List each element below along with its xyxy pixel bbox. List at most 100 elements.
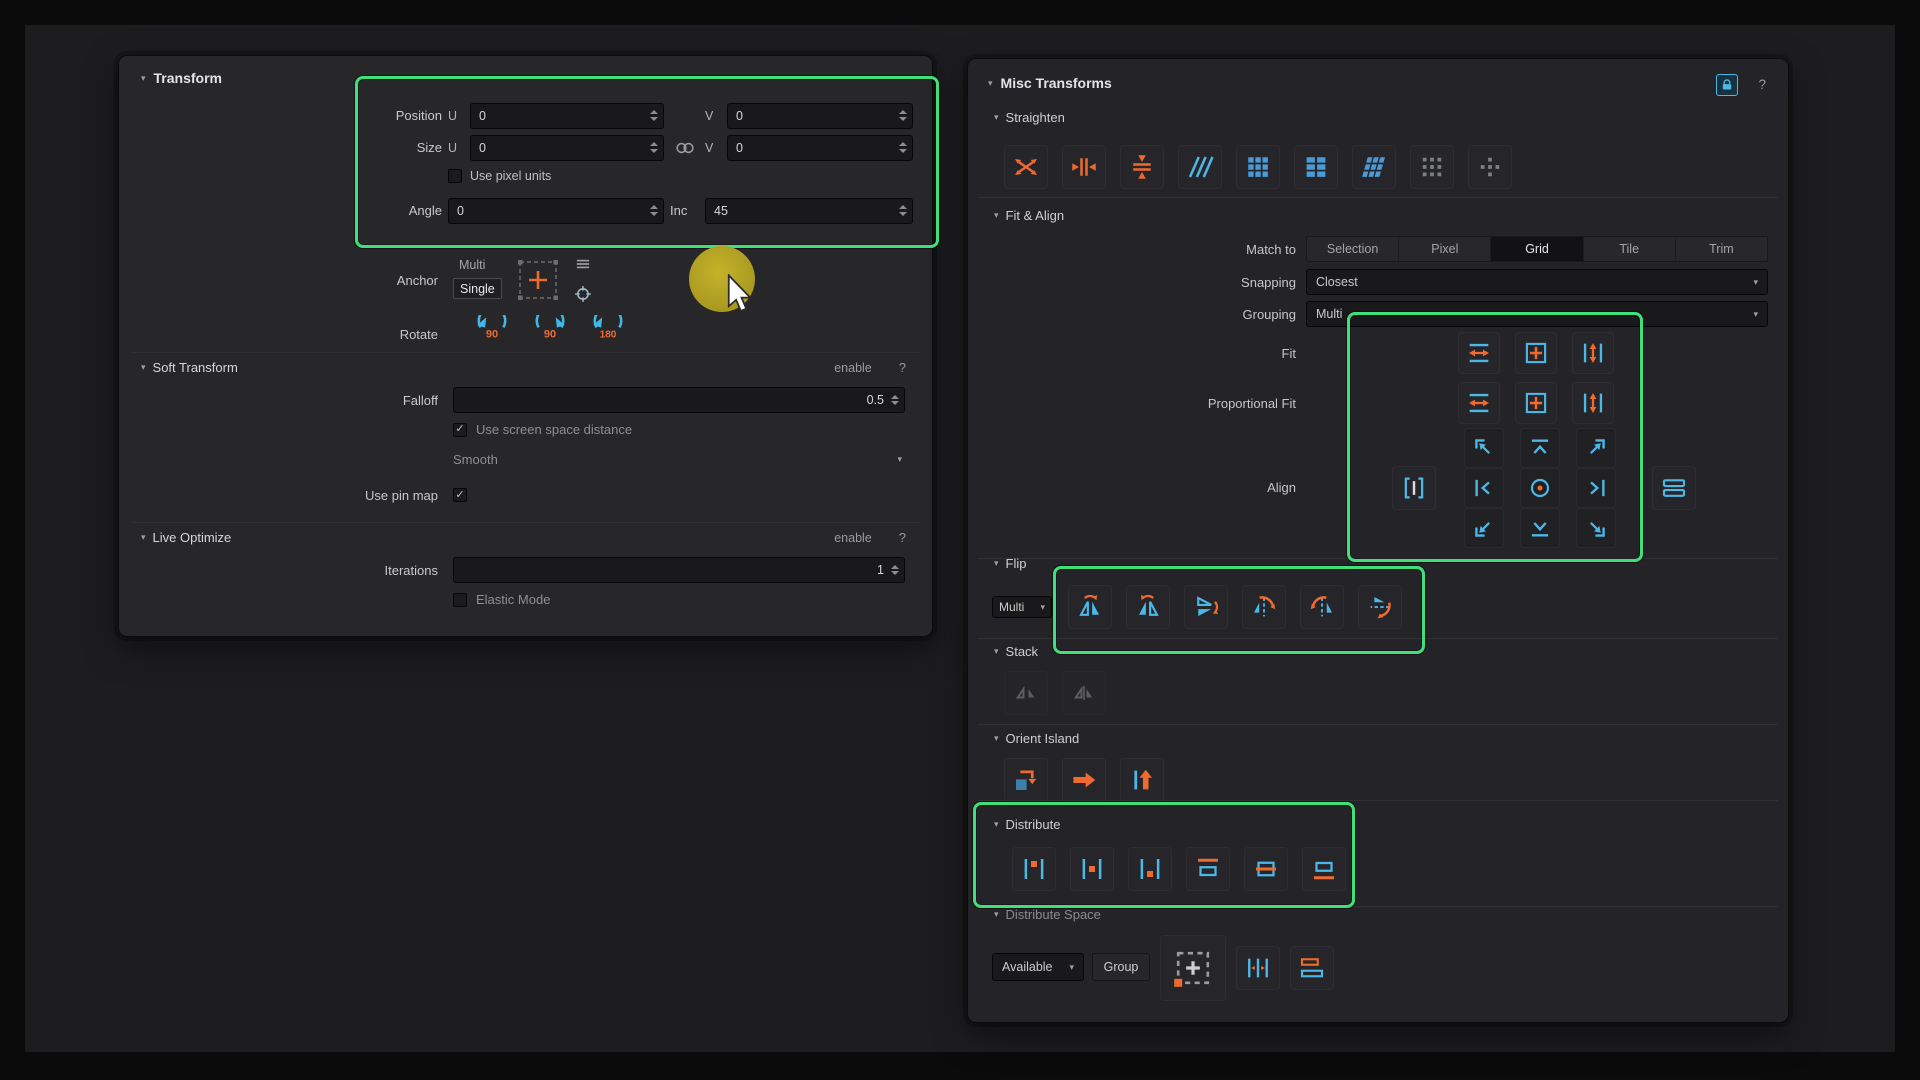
position-u-input[interactable]: 0 xyxy=(470,103,664,129)
fit-width-icon[interactable] xyxy=(1458,332,1500,374)
orient-island-section-header[interactable]: ▾ Orient Island xyxy=(994,731,1079,746)
distribute-h-left-icon[interactable] xyxy=(1012,847,1056,891)
soft-transform-header[interactable]: ▾ Soft Transform enable ? xyxy=(131,352,920,375)
unstack-icon[interactable] xyxy=(1062,671,1106,715)
rotate-180-button[interactable]: 180 xyxy=(589,315,627,353)
diagonal-lines-icon[interactable] xyxy=(1178,145,1222,189)
angle-input[interactable]: 0 xyxy=(448,198,664,224)
flip-u-icon[interactable] xyxy=(1068,585,1112,629)
available-dropdown[interactable]: Available ▾ xyxy=(992,953,1084,981)
straighten-h-icon[interactable] xyxy=(1062,145,1106,189)
group-button[interactable]: Group xyxy=(1092,953,1150,981)
align-corner-br-icon[interactable] xyxy=(1576,508,1616,548)
match-to-option-tile[interactable]: Tile xyxy=(1584,237,1676,261)
orient-edge-icon[interactable] xyxy=(1004,758,1048,802)
anchor-pivot-widget[interactable] xyxy=(510,252,566,308)
angle-inc-input[interactable]: 45 xyxy=(705,198,913,224)
align-bottom-icon[interactable] xyxy=(1520,508,1560,548)
use-pixel-units-checkbox[interactable] xyxy=(448,169,462,183)
spinner[interactable] xyxy=(890,565,900,576)
distribute-space-section-header[interactable]: ▾ Distribute Space xyxy=(994,907,1101,922)
match-to-option-grid[interactable]: Grid xyxy=(1491,237,1583,261)
dotted-grid-v-icon[interactable] xyxy=(1468,145,1512,189)
align-center-icon[interactable] xyxy=(1520,468,1560,508)
anchor-mode-single-button[interactable]: Single xyxy=(453,278,502,299)
live-optimize-header[interactable]: ▾ Live Optimize enable ? xyxy=(131,522,920,545)
match-to-option-selection[interactable]: Selection xyxy=(1307,237,1399,261)
straighten-section-header[interactable]: ▾ Straighten xyxy=(994,110,1065,125)
rotate-cw-90-button[interactable]: 90 xyxy=(531,315,569,353)
soft-transform-enable-toggle[interactable]: enable xyxy=(834,361,872,375)
orient-vertical-icon[interactable] xyxy=(1120,758,1164,802)
use-pin-map-checkbox[interactable]: ✓ xyxy=(453,488,467,502)
anchor-target-icon[interactable] xyxy=(574,285,592,303)
flip-mode-dropdown[interactable]: Multi ▾ xyxy=(992,596,1052,618)
snapping-dropdown[interactable]: Closest ▾ xyxy=(1306,269,1768,295)
align-corner-tr-icon[interactable] xyxy=(1576,428,1616,468)
live-optimize-enable-toggle[interactable]: enable xyxy=(834,531,872,545)
spinner[interactable] xyxy=(649,110,659,121)
straighten-cross-icon[interactable] xyxy=(1004,145,1048,189)
anchor-options-icon[interactable] xyxy=(574,255,592,273)
anchor-mode-multi-button[interactable]: Multi xyxy=(453,254,502,275)
match-to-option-pixel[interactable]: Pixel xyxy=(1399,237,1491,261)
grid-3x3-icon[interactable] xyxy=(1236,145,1280,189)
smooth-dropdown[interactable]: Smooth ▾ xyxy=(453,452,902,467)
grid-2x3-icon[interactable] xyxy=(1294,145,1338,189)
panel-minimize-indicator[interactable] xyxy=(866,76,883,79)
spinner[interactable] xyxy=(898,110,908,121)
distribute-v-top-icon[interactable] xyxy=(1186,847,1230,891)
align-left-icon[interactable] xyxy=(1464,468,1504,508)
stack-section-header[interactable]: ▾ Stack xyxy=(994,644,1038,659)
fit-height-icon[interactable] xyxy=(1572,382,1614,424)
fit-height-icon[interactable] xyxy=(1572,332,1614,374)
distribute-space-u-icon[interactable] xyxy=(1236,946,1280,990)
soft-transform-help-button[interactable]: ? xyxy=(899,360,906,375)
flip-section-header[interactable]: ▾ Flip xyxy=(994,556,1026,571)
mirror-uv-icon[interactable] xyxy=(1358,585,1402,629)
distribute-h-center-icon[interactable] xyxy=(1070,847,1114,891)
misc-transforms-header[interactable]: ▾ Misc Transforms xyxy=(988,75,1112,91)
spinner[interactable] xyxy=(890,395,900,406)
spinner[interactable] xyxy=(649,142,659,153)
fit-both-icon[interactable] xyxy=(1515,382,1557,424)
falloff-input[interactable]: 0.5 xyxy=(453,387,905,413)
distribute-section-header[interactable]: ▾ Distribute xyxy=(994,817,1060,832)
rotate-ccw-90-button[interactable]: 90 xyxy=(473,315,511,353)
position-v-input[interactable]: 0 xyxy=(727,103,913,129)
elastic-mode-checkbox[interactable] xyxy=(453,593,467,607)
size-u-input[interactable]: 0 xyxy=(470,135,664,161)
spinner[interactable] xyxy=(649,205,659,216)
link-uv-icon[interactable] xyxy=(670,140,699,156)
size-v-input[interactable]: 0 xyxy=(727,135,913,161)
align-corner-tl-icon[interactable] xyxy=(1464,428,1504,468)
fit-width-icon[interactable] xyxy=(1458,382,1500,424)
align-justify-icon[interactable] xyxy=(1652,466,1696,510)
distribute-h-right-icon[interactable] xyxy=(1128,847,1172,891)
lock-icon[interactable] xyxy=(1716,74,1738,96)
flip-v-icon[interactable] xyxy=(1184,585,1228,629)
use-screen-space-checkbox[interactable]: ✓ xyxy=(453,423,467,437)
dotted-grid-u-icon[interactable] xyxy=(1410,145,1454,189)
mirror-v-icon[interactable] xyxy=(1300,585,1344,629)
spinner[interactable] xyxy=(898,205,908,216)
mirror-u-icon[interactable] xyxy=(1242,585,1286,629)
iterations-input[interactable]: 1 xyxy=(453,557,905,583)
match-to-option-trim[interactable]: Trim xyxy=(1676,237,1767,261)
marquee-add-icon[interactable] xyxy=(1160,935,1226,1001)
transform-panel-header[interactable]: ▾ Transform xyxy=(141,70,222,86)
grouping-dropdown[interactable]: Multi ▾ xyxy=(1306,301,1768,327)
align-right-icon[interactable] xyxy=(1576,468,1616,508)
fit-both-icon[interactable] xyxy=(1515,332,1557,374)
grid-skew-icon[interactable] xyxy=(1352,145,1396,189)
flip-u-alt-icon[interactable] xyxy=(1126,585,1170,629)
align-top-icon[interactable] xyxy=(1520,428,1560,468)
align-island-center-icon[interactable] xyxy=(1392,466,1436,510)
distribute-v-bottom-icon[interactable] xyxy=(1302,847,1346,891)
misc-transforms-help-button[interactable]: ? xyxy=(1758,77,1766,92)
stack-icon[interactable] xyxy=(1004,671,1048,715)
live-optimize-help-button[interactable]: ? xyxy=(899,530,906,545)
spinner[interactable] xyxy=(898,142,908,153)
fit-align-section-header[interactable]: ▾ Fit & Align xyxy=(994,208,1064,223)
distribute-v-middle-icon[interactable] xyxy=(1244,847,1288,891)
